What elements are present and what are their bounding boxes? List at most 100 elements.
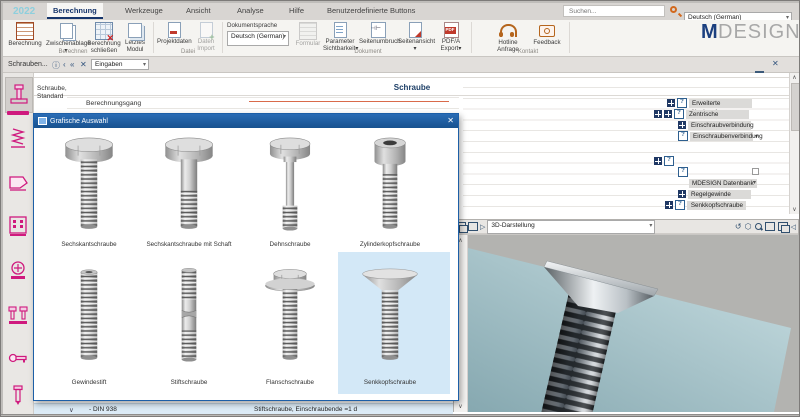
grid-field-icon[interactable] [654, 110, 662, 118]
tab-ansicht[interactable]: Ansicht [180, 3, 217, 17]
grid-field-icon[interactable] [667, 99, 675, 107]
search-icon[interactable] [670, 6, 677, 13]
field-regelgewinde[interactable]: Regelgewinde [688, 189, 751, 199]
screw-option-zylinderkopfschraube[interactable]: Zylinderkopfschraube [340, 132, 440, 248]
field-mdesign-datenbank[interactable]: MDESIGN Datenbank ▾ [689, 178, 757, 188]
page-preview-icon [408, 22, 422, 38]
orbit-view-icon[interactable]: ⬡ [745, 222, 752, 231]
checkbox[interactable] [752, 168, 759, 175]
sidebar-module-bolt[interactable] [5, 255, 31, 289]
view-selector[interactable]: Eingaben ▾ [91, 59, 149, 70]
help-doc-icon[interactable]: ? [677, 98, 687, 108]
close-document-icon[interactable]: ✕ [772, 59, 779, 68]
rotate-view-icon[interactable]: ↺ [735, 222, 742, 231]
sidebar-module-spring[interactable] [5, 121, 31, 155]
flanschschraube-image [265, 269, 315, 360]
scroll-down-icon[interactable]: ∨ [790, 206, 799, 213]
gewindestift-image [80, 269, 98, 360]
help-doc-icon[interactable]: ? [664, 156, 674, 166]
module-tab-label[interactable]: Schrauben... [8, 61, 48, 68]
scrollbar-thumb[interactable] [791, 83, 799, 131]
tab-benutzerdefinierte-buttons[interactable]: Benutzerdefinierte Buttons [321, 3, 421, 17]
ribbon: Berechnung Zwischenablage▾ Berechnung sc… [3, 20, 799, 57]
screw-option-senkkopfschraube[interactable]: Senkkopfschraube [340, 256, 440, 386]
screw-option-sechskantschraube[interactable]: Sechskantschraube [39, 132, 139, 248]
search-input[interactable] [563, 5, 665, 17]
field-senkkopfschraube[interactable]: Senkkopfschraube [687, 200, 746, 210]
viewer-mode-select[interactable]: 3D-Darstellung ▾ [487, 219, 656, 234]
module-toolbar: Schrauben... ⓘ ‹ « ✕ Eingaben ▾ ✕ [3, 57, 799, 79]
sidebar-module-bolt-field[interactable] [5, 209, 31, 243]
doc-language-block: Dokumentsprache Deutsch (German) ▾ [227, 22, 289, 46]
close-module-icon[interactable]: ✕ [80, 60, 87, 69]
dehnschraube-image [269, 137, 311, 231]
info-icon[interactable]: ⓘ [52, 60, 60, 71]
screw-option-dehnschraube[interactable]: Dehnschraube [240, 132, 340, 248]
grid-field-icon[interactable] [664, 110, 672, 118]
help-doc-icon[interactable]: ? [678, 167, 688, 177]
tab-werkzeuge[interactable]: Werkzeuge [119, 3, 169, 17]
screw-option-label: Zylinderkopfschraube [359, 241, 421, 248]
tab-hilfe[interactable]: Hilfe [283, 3, 310, 17]
scroll-up-icon[interactable]: ∧ [790, 74, 799, 81]
form-title: Schraube [393, 83, 431, 92]
back-icon[interactable]: ‹ [63, 60, 66, 69]
chevron-expand-icon[interactable]: ∨ [69, 406, 74, 414]
scroll-down-icon[interactable]: ∨ [454, 403, 467, 410]
letztes-modul-button[interactable]: Letztes Modul [121, 21, 149, 55]
import-icon [199, 22, 215, 41]
search-field[interactable] [567, 7, 656, 16]
ribbon-group-datei: Datei [180, 49, 195, 55]
doc-language-select[interactable]: Deutsch (German) ▾ [227, 31, 289, 46]
ribbon-group-berechnen: Berechnen [58, 49, 88, 55]
help-doc-icon[interactable]: ? [678, 131, 688, 141]
dialog-close-icon[interactable]: ✕ [447, 116, 454, 126]
first-icon[interactable]: « [70, 60, 74, 69]
sidebar-module-screw-standard[interactable] [5, 77, 33, 113]
sidebar-module-key[interactable] [5, 341, 31, 375]
bolt-pair-icon [8, 306, 28, 324]
maximize-view-icon[interactable] [468, 222, 478, 231]
clipboard-icon [59, 23, 73, 39]
result-row[interactable]: ∨ - DIN 938 Stiftschraube, Einschraubend… [34, 403, 453, 414]
tab-berechnung[interactable]: Berechnung [47, 3, 103, 19]
screw-option-label: Gewindestift [71, 379, 107, 386]
field-row: Regelgewinde [678, 189, 751, 199]
help-doc-icon[interactable]: ? [675, 200, 685, 210]
grid-field-icon[interactable] [678, 190, 686, 198]
screw-option-sechskantschraube-mit-schaft[interactable]: Sechskantschraube mit Schaft [139, 132, 239, 248]
field-erweiterte-nachrechnung[interactable]: Erweiterte Nachrechnung [689, 98, 752, 116]
screw-option-stiftschraube[interactable]: Stiftschraube [139, 256, 239, 386]
grid-field-icon[interactable] [654, 157, 662, 165]
form-scrollbar[interactable]: ∧ ∨ [789, 73, 799, 214]
stacked-sheets-icon [128, 23, 142, 38]
fit-view-icon[interactable] [764, 222, 775, 231]
field-row: ? Zentrische [654, 109, 749, 119]
zoom-view-icon[interactable] [754, 223, 762, 230]
parameter-icon [333, 22, 347, 38]
chevron-down-icon: ▾ [752, 179, 756, 186]
menu-bar: 2022 Berechnung Werkzeuge Ansicht Analys… [3, 3, 799, 24]
tab-analyse[interactable]: Analyse [231, 3, 270, 17]
sidebar-module-screw[interactable] [5, 379, 31, 413]
collapse-panel-icon[interactable]: ◁ [791, 223, 796, 231]
help-doc-icon[interactable]: ? [674, 109, 684, 119]
ribbon-group-kontakt: Kontakt [517, 49, 539, 55]
sidebar-module-bolt-pair[interactable] [5, 299, 31, 333]
windows-view-icon[interactable] [777, 222, 790, 233]
field-einschraubenverbindung[interactable]: Einschraubenverbindung [690, 131, 763, 141]
3d-render[interactable] [468, 235, 799, 412]
calculator-icon [16, 22, 34, 40]
screw-option-gewindestift[interactable]: Gewindestift [39, 256, 139, 386]
camera-icon [539, 25, 555, 37]
field-einschraubverbindung[interactable]: Einschraubverbindung [688, 120, 754, 130]
grid-field-icon[interactable] [678, 121, 686, 129]
sidebar-module-clamp[interactable] [5, 165, 31, 199]
dialog-titlebar[interactable]: Grafische Auswahl ✕ [34, 114, 458, 128]
field-row: ? Senkkopfschraube [665, 200, 746, 210]
screw-option-flanschschraube[interactable]: Flanschschraube [240, 256, 340, 386]
field-row: ? Erweiterte Nachrechnung [667, 98, 752, 116]
grid-field-icon[interactable] [665, 201, 673, 209]
field-zentrische[interactable]: Zentrische [686, 109, 749, 119]
play-icon[interactable]: ▷ [480, 223, 485, 231]
